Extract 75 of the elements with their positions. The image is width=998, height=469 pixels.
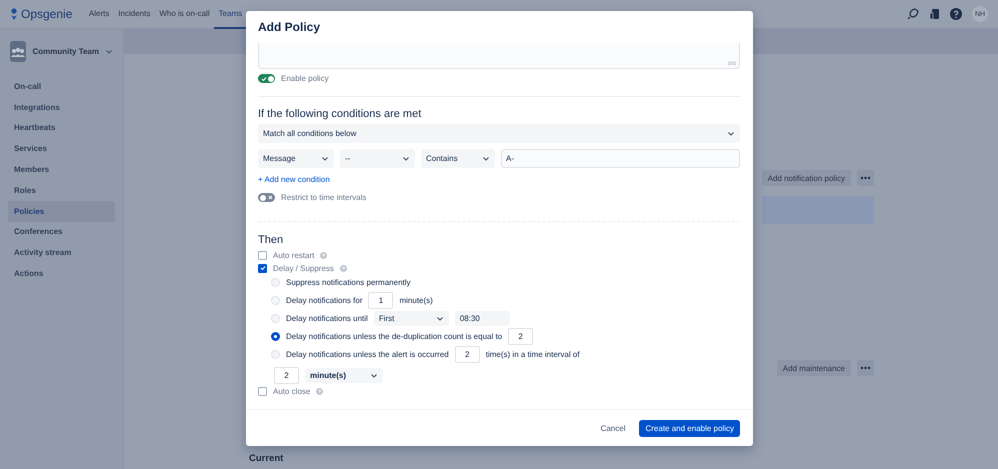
chevron-icon	[727, 130, 735, 137]
people-icon	[10, 46, 26, 58]
nav-tab[interactable]: Alerts	[84, 0, 114, 28]
ellipsis-icon	[860, 366, 871, 370]
sidebar-item[interactable]: Conferences	[8, 222, 115, 242]
sidebar-item[interactable]: Heartbeats	[8, 118, 115, 138]
checkbox-label: Delay / Suppress	[273, 264, 334, 272]
sidebar-item[interactable]: On-call	[8, 76, 115, 97]
chevron-icon	[321, 155, 329, 162]
more-button[interactable]	[857, 170, 874, 186]
add-condition-link[interactable]: + Add new condition	[258, 175, 330, 184]
option-label: Delay notifications for	[286, 296, 362, 305]
nav-tab[interactable]: Incidents	[114, 0, 155, 28]
option-label: Delay notifications unless the de-duplication count is equal to	[286, 332, 502, 341]
ellipsis-icon	[860, 176, 871, 180]
chevron-icon	[436, 315, 444, 322]
checkbox-label: Auto restart	[273, 250, 314, 260]
number-field[interactable]: 1	[368, 292, 394, 309]
add-notification-policy-button[interactable]: Add notification policy	[762, 170, 851, 186]
option-label: time(s) in a time interval of	[486, 350, 580, 359]
toggle-label: Restrict to time intervals	[281, 193, 366, 202]
value-field[interactable]: A-	[501, 149, 740, 168]
checkbox[interactable]	[258, 386, 267, 396]
checkbox-label: Auto close	[273, 386, 310, 396]
section-heading: Then	[258, 234, 284, 246]
sidebar-item[interactable]: Roles	[8, 180, 115, 201]
chevron-icon	[402, 155, 410, 162]
dialog-title: Add Policy	[257, 19, 322, 36]
sidebar-item[interactable]: Services	[8, 138, 115, 160]
help-icon	[340, 264, 347, 272]
toggle-switch[interactable]	[258, 74, 275, 83]
day-select[interactable]: First	[374, 311, 449, 326]
nav-tab[interactable]: Who is on-call	[154, 0, 214, 28]
cancel-button[interactable]: Cancel	[596, 420, 630, 436]
team-name[interactable]: Community Team	[32, 47, 99, 56]
section-heading: If the following conditions are met	[258, 108, 422, 120]
sidebar-item[interactable]: Actions	[8, 263, 115, 284]
help-icon	[316, 388, 324, 394]
chevron-icon	[482, 155, 490, 162]
radio-button[interactable]	[271, 332, 280, 341]
field-select[interactable]: Message	[258, 149, 334, 168]
cross-icon	[268, 194, 274, 200]
option-label: minute(s)	[399, 296, 433, 305]
option-label: Suppress notifications permanently	[286, 278, 411, 287]
option-label: Delay notifications until	[286, 314, 368, 323]
check-icon	[260, 265, 266, 271]
match-select[interactable]: Match all conditions below	[258, 124, 740, 143]
operator-select[interactable]: Contains	[421, 149, 495, 168]
checkbox[interactable]	[258, 250, 267, 260]
sidebar-item[interactable]: Activity stream	[8, 242, 115, 264]
checkbox[interactable]	[258, 264, 267, 272]
sidebar-item[interactable]: Policies	[8, 200, 115, 222]
time-field[interactable]: 08:30	[454, 311, 510, 326]
help-icon	[320, 252, 328, 258]
section-title: Current	[249, 453, 284, 464]
subfield-select[interactable]: --	[340, 149, 415, 168]
logo-icon	[10, 8, 18, 20]
check-icon	[260, 76, 266, 82]
help-icon	[950, 8, 962, 20]
add-maintenance-button[interactable]: Add maintenance	[776, 360, 851, 376]
option-label: Delay notifications unless the alert is occurred	[286, 350, 449, 359]
sidebar-item[interactable]: Integrations	[8, 96, 115, 118]
more-button[interactable]	[857, 360, 874, 376]
notebook-icon	[929, 8, 940, 20]
number-field[interactable]: 2	[508, 328, 534, 345]
toggle-label: Enable policy	[281, 74, 329, 83]
unit-select[interactable]: minute(s)	[305, 368, 383, 383]
number-field[interactable]: 2	[274, 367, 299, 384]
chevron-icon	[105, 48, 113, 55]
create-policy-button[interactable]: Create and enable policy	[639, 420, 740, 436]
chevron-icon	[370, 372, 378, 379]
sidebar-item[interactable]: Members	[8, 159, 115, 180]
toggle-switch[interactable]	[258, 193, 275, 202]
app-logo[interactable]: Opsgenie	[21, 7, 72, 21]
number-field[interactable]: 2	[454, 346, 480, 363]
